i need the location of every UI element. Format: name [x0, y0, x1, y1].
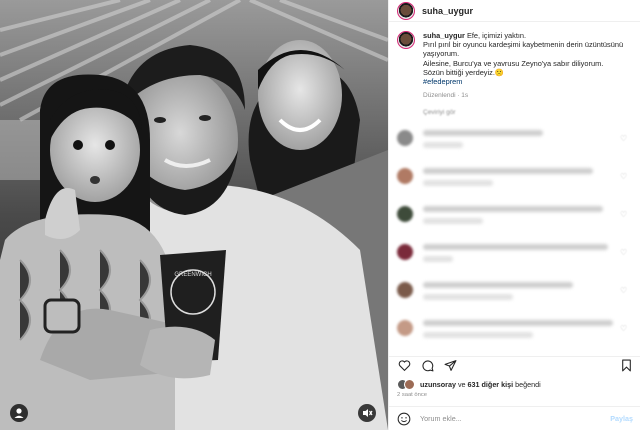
likes-connector: ve — [457, 380, 466, 389]
blurred-comment-meta — [423, 142, 463, 149]
comment-composer: Paylaş — [389, 406, 640, 430]
post-header: suha_uygur — [389, 0, 640, 22]
comment-input[interactable] — [420, 414, 611, 423]
share-icon — [444, 360, 456, 371]
blurred-comment-meta — [423, 218, 483, 225]
mute-icon — [363, 409, 373, 417]
share-button[interactable] — [443, 359, 457, 373]
blurred-comment-text — [423, 130, 543, 137]
blurred-comment-text — [423, 206, 603, 213]
blurred-comment-text — [423, 168, 593, 175]
avatar[interactable] — [397, 130, 413, 147]
list-item: ♡ — [397, 272, 632, 310]
list-item: ♡ — [397, 120, 632, 158]
avatar[interactable] — [397, 168, 413, 185]
caption-line-2: Pırıl pırıl bir oyuncu kardeşimi kaybetm… — [423, 40, 624, 59]
post-timestamp[interactable]: 2 saat önce — [397, 392, 427, 398]
blurred-comment-meta — [423, 256, 453, 263]
mute-button[interactable] — [358, 404, 376, 422]
caption-line-1: Efe, içimizi yaktın. — [466, 31, 527, 40]
comment-like-icon[interactable]: ♡ — [620, 286, 628, 295]
list-item: ♡ — [397, 234, 632, 272]
like-button[interactable] — [397, 359, 411, 373]
list-item: ♡ — [397, 196, 632, 234]
caption-line-4: Sözün bittiği yerdeyiz. — [423, 67, 495, 77]
author-username[interactable]: suha_uygur — [422, 6, 473, 16]
comment-like-icon[interactable]: ♡ — [620, 210, 628, 219]
heart-icon — [398, 360, 410, 372]
comment-like-icon[interactable]: ♡ — [620, 324, 628, 333]
avatar[interactable] — [397, 320, 413, 337]
post-sidebar: suha_uygur suha_uygur Efe, içimizi yaktı… — [388, 0, 640, 430]
blurred-comment-meta — [423, 332, 533, 339]
caption-text-block: suha_uygur Efe, içimizi yaktın. Pırıl pı… — [423, 31, 632, 100]
cup-brand-text: GREENWICH — [174, 272, 211, 278]
caption-emoji: 🙁 — [494, 67, 505, 77]
user-tag-icon — [14, 408, 24, 418]
avatar[interactable] — [404, 379, 415, 390]
comment-icon — [421, 360, 433, 372]
comment-like-icon[interactable]: ♡ — [620, 248, 628, 257]
bookmark-icon — [621, 359, 631, 372]
caption-username[interactable]: suha_uygur — [423, 31, 465, 40]
action-bar — [389, 356, 640, 374]
author-avatar[interactable] — [397, 1, 415, 20]
comment-like-icon[interactable]: ♡ — [620, 134, 628, 143]
likes-summary: uzunsoray ve 631 diğer kişi beğendi — [397, 379, 541, 390]
blurred-comment-text — [423, 282, 573, 289]
edited-timestamp: Düzenlendi · 1s — [423, 92, 469, 100]
avatar[interactable] — [397, 244, 413, 261]
post-caption: suha_uygur Efe, içimizi yaktın. Pırıl pı… — [389, 22, 640, 100]
save-button[interactable] — [619, 359, 633, 373]
avatar[interactable] — [397, 282, 413, 299]
liker-username[interactable]: uzunsoray — [420, 380, 456, 389]
post-comment-button[interactable]: Paylaş — [610, 414, 633, 423]
caption-author-avatar[interactable] — [397, 31, 415, 49]
blurred-comment-text — [423, 244, 608, 251]
likes-suffix: beğendi — [515, 380, 541, 389]
translate-link[interactable]: Çeviriyi gör — [389, 100, 640, 116]
comment-button[interactable] — [420, 359, 434, 373]
avatar[interactable] — [397, 206, 413, 223]
comment-like-icon[interactable]: ♡ — [620, 172, 628, 181]
list-item: ♡ — [397, 310, 632, 348]
list-item: ♡ — [397, 158, 632, 196]
comment-list: ♡ ♡ ♡ ♡ ♡ ♡ — [389, 116, 640, 348]
blurred-comment-meta — [423, 294, 513, 301]
instagram-post-modal: GREENWICH suha_uygur suha_uygur Efe, içi… — [0, 0, 640, 430]
photo-illustration: GREENWICH — [0, 0, 388, 430]
caption-line-3: Ailesine, Burcu'ya ve yavrusu Zeyno'ya s… — [423, 58, 604, 68]
smiley-icon[interactable] — [397, 412, 411, 426]
post-photo[interactable]: GREENWICH — [0, 0, 388, 430]
blurred-comment-meta — [423, 180, 493, 187]
user-tag-button[interactable] — [10, 404, 28, 422]
hashtag-link[interactable]: #efedeprem — [423, 77, 632, 86]
blurred-comment-text — [423, 320, 613, 327]
likes-others-link[interactable]: 631 diğer kişi — [468, 380, 514, 389]
